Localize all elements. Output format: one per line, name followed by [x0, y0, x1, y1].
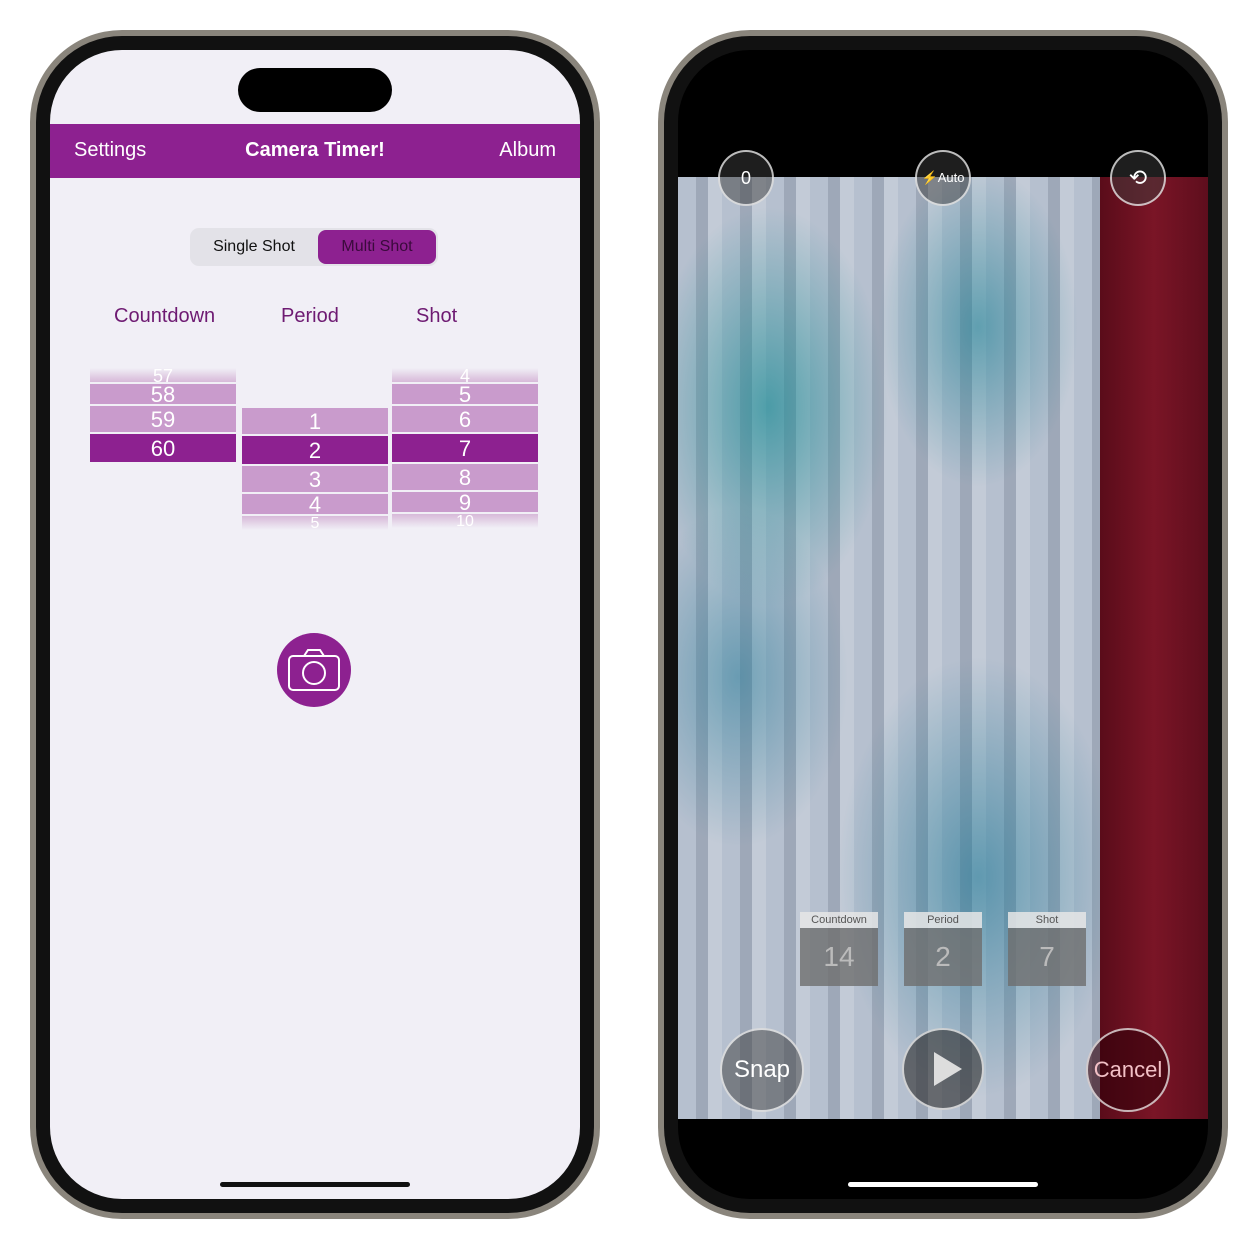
album-button[interactable]: Album: [499, 139, 556, 162]
shot-label: Shot: [416, 305, 458, 327]
shot-counter: 0: [718, 150, 774, 206]
phone-right: 0 ⚡Auto ⟲ Countdown 14 Period 2 Shot 7 Snap…: [658, 30, 1228, 1219]
period-picker[interactable]: 1 2 3 4 5: [242, 408, 388, 532]
picker-row-selected[interactable]: 60: [90, 434, 236, 464]
play-button[interactable]: [902, 1028, 984, 1110]
picker-row[interactable]: 5: [242, 516, 388, 532]
nav-bar: Settings Camera Timer! Album: [50, 124, 580, 178]
shot-picker[interactable]: 4 5 6 7 8 9 10: [392, 368, 538, 530]
play-icon: [934, 1052, 962, 1086]
shutter-button[interactable]: [277, 633, 351, 707]
multi-shot-tab[interactable]: Multi Shot: [318, 230, 436, 264]
picker-row[interactable]: 4: [242, 494, 388, 516]
dynamic-island: [238, 68, 392, 112]
cancel-button[interactable]: Cancel: [1086, 1028, 1170, 1112]
dynamic-island: [866, 68, 1020, 112]
phone-left: Settings Camera Timer! Album Single Shot…: [30, 30, 600, 1219]
camera-flip-icon: ⟲: [1128, 165, 1148, 190]
picker-row[interactable]: 8: [392, 464, 538, 492]
picker-row[interactable]: 9: [392, 492, 538, 514]
flash-mode: Auto: [937, 170, 965, 185]
picker-row-selected[interactable]: 7: [392, 434, 538, 464]
period-status: Period 2: [904, 912, 982, 986]
flash-icon: ⚡: [921, 170, 938, 185]
picker-row[interactable]: 3: [242, 466, 388, 494]
countdown-label: Countdown: [114, 305, 216, 327]
home-indicator: [220, 1182, 410, 1187]
picker-row[interactable]: 58: [90, 384, 236, 406]
countdown-status: Countdown 14: [800, 912, 878, 986]
mode-segmented-control: Single Shot Multi Shot: [190, 228, 438, 266]
picker-row[interactable]: 6: [392, 406, 538, 434]
picker-row[interactable]: 59: [90, 406, 236, 434]
shot-status: Shot 7: [1008, 912, 1086, 986]
picker-row-selected[interactable]: 2: [242, 436, 388, 466]
camera-flip-button[interactable]: ⟲: [1110, 150, 1166, 206]
camera-icon: [288, 649, 340, 691]
countdown-picker[interactable]: 57 58 59 60: [90, 368, 236, 464]
period-label: Period: [281, 305, 339, 327]
picker-row[interactable]: 1: [242, 408, 388, 436]
single-shot-tab[interactable]: Single Shot: [192, 230, 316, 264]
flash-button[interactable]: ⚡Auto: [915, 150, 971, 206]
snap-button[interactable]: Snap: [720, 1028, 804, 1112]
picker-row[interactable]: 10: [392, 514, 538, 530]
home-indicator: [848, 1182, 1038, 1187]
picker-row[interactable]: 5: [392, 384, 538, 406]
